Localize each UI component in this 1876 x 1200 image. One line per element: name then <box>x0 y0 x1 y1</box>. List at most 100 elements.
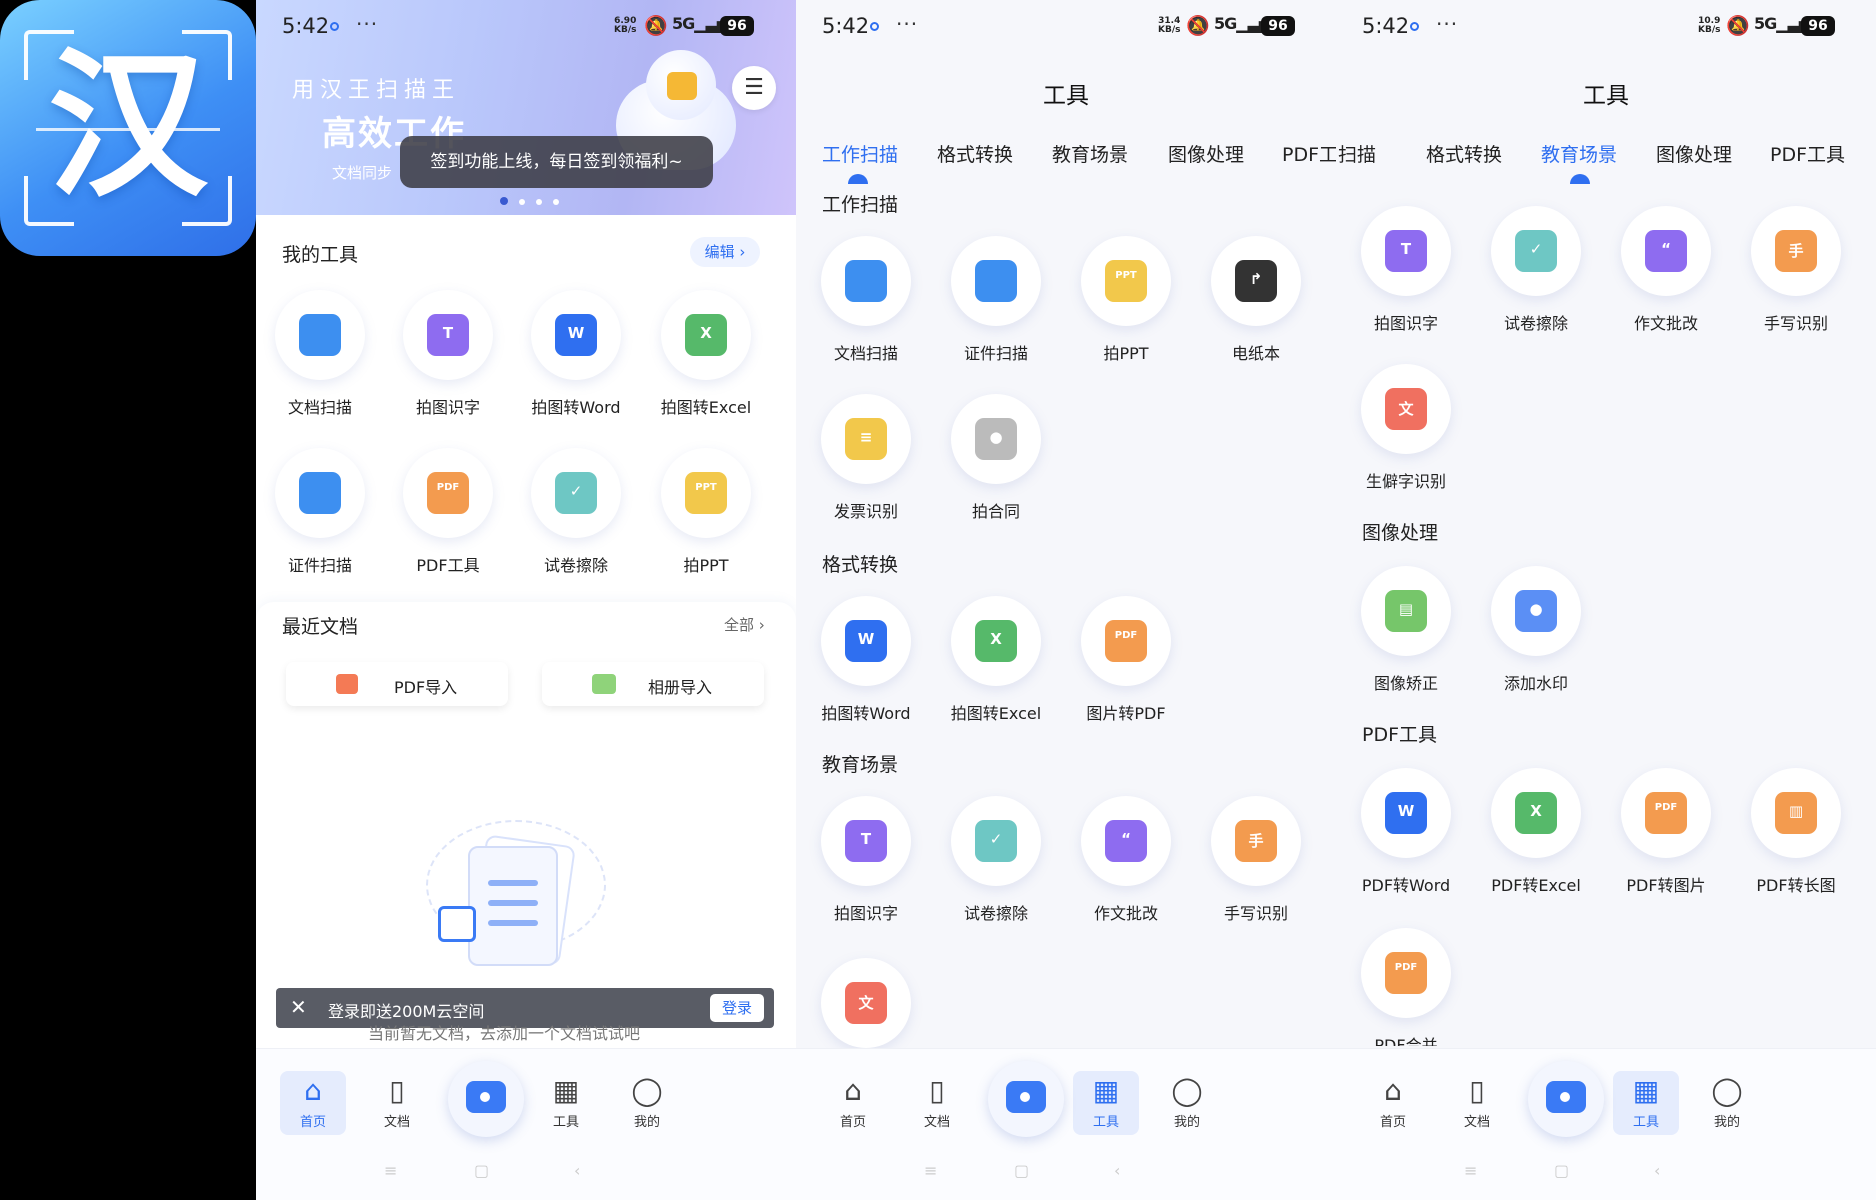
system-nav-gesture[interactable]: ▢ <box>474 1161 489 1180</box>
tab-docs[interactable]: ▯ 文档 <box>364 1071 430 1135</box>
tools-screen-education: 5:42 ··· 10.9 KB/s 🔕 5G▁▃▅▇ 96 工具 扫描 格式转换… <box>1336 0 1876 1200</box>
ppt-icon: PPT <box>685 472 727 514</box>
tab-image[interactable]: 图像处理 <box>1656 140 1732 167</box>
system-nav-gesture[interactable]: ≡ <box>384 1161 397 1180</box>
tool-rare-char[interactable]: 文生僻字识别 <box>1341 364 1471 492</box>
close-icon[interactable]: ✕ <box>290 995 307 1019</box>
tab-tools[interactable]: ▦ 工具 <box>1613 1071 1679 1135</box>
tool-essay-correct[interactable]: “作文批改 <box>1061 796 1191 924</box>
exam-erase-icon: ✓ <box>555 472 597 514</box>
tab-format[interactable]: 格式转换 <box>937 140 1013 167</box>
tool-pdf-to-word[interactable]: W PDF转Word <box>1341 768 1471 896</box>
tab-pdf[interactable]: PDF工 <box>1282 140 1336 167</box>
tab-work-scan[interactable]: 扫描 <box>1338 140 1376 167</box>
tool-text-recognition[interactable]: T 拍图识字 <box>1341 206 1471 334</box>
handwriting-icon: 手 <box>1235 820 1277 862</box>
tool-watermark[interactable]: ● 添加水印 <box>1471 566 1601 694</box>
tool-handwriting[interactable]: 手手写识别 <box>1191 796 1321 924</box>
tab-docs[interactable]: ▯ 文档 <box>1444 1071 1510 1135</box>
tool-pdf-merge[interactable]: PDF PDF合并 <box>1341 928 1471 1046</box>
tab-pdf[interactable]: PDF工具 <box>1770 140 1845 167</box>
tool-pdf-tools[interactable]: PDF PDF工具 <box>383 448 513 576</box>
tool-text-recognition[interactable]: T 拍图识字 <box>383 290 513 418</box>
system-nav-gesture[interactable]: ‹ <box>1114 1161 1120 1180</box>
profile-icon: ◯ <box>1711 1074 1743 1107</box>
system-nav-gesture[interactable]: ▢ <box>1554 1161 1569 1180</box>
empty-docs-illustration <box>426 800 606 990</box>
scan-menu-button[interactable]: ☰ <box>732 66 776 110</box>
tab-education[interactable]: 教育场景 <box>1541 140 1617 167</box>
camera-button[interactable] <box>448 1061 524 1137</box>
tool-image-to-pdf[interactable]: PDF 图片转PDF <box>1061 596 1191 724</box>
system-nav-gesture[interactable]: ‹ <box>1654 1161 1660 1180</box>
tool-printer[interactable]: 文档扫描 <box>256 290 385 418</box>
tab-home[interactable]: ⌂ 首页 <box>820 1071 886 1135</box>
tab-mine[interactable]: ◯ 我的 <box>614 1071 680 1135</box>
tool-text-recognition[interactable]: T 拍图识字 <box>801 796 931 924</box>
tool-pdf-to-image[interactable]: PDF PDF转图片 <box>1601 768 1731 896</box>
tool-exam-erase[interactable]: ✓ 试卷擦除 <box>511 448 641 576</box>
checkin-calendar-icon[interactable] <box>667 72 697 100</box>
pdf-import-button[interactable]: PDF导入 <box>286 662 508 706</box>
home-screen: 5:42 ··· 6.90 KB/s 🔕 5G▁▃▅▇ 96 用汉王扫描王 高效工… <box>256 0 796 1200</box>
tab-docs[interactable]: ▯ 文档 <box>904 1071 970 1135</box>
tool-handwriting[interactable]: 手手写识别 <box>1731 206 1861 334</box>
tool-id-card[interactable]: 证件扫描 <box>931 236 1061 364</box>
tool-exam-erase[interactable]: ✓ 试卷擦除 <box>1471 206 1601 334</box>
tab-education[interactable]: 教育场景 <box>1052 140 1128 167</box>
tab-format[interactable]: 格式转换 <box>1426 140 1502 167</box>
section-format: 格式转换 <box>822 554 899 576</box>
tool-id-card[interactable]: 证件扫描 <box>256 448 385 576</box>
home-icon: ⌂ <box>844 1074 862 1107</box>
system-nav-gesture[interactable]: ≡ <box>1464 1161 1477 1180</box>
system-nav-gesture[interactable]: ▢ <box>1014 1161 1029 1180</box>
tool-ppt[interactable]: PPT 拍PPT <box>1061 236 1191 364</box>
tools-screen-work: 5:42 ··· 31.4 KB/s 🔕 5G▁▃▅▇ 96 工具 工作扫描 格式… <box>796 0 1336 1200</box>
edit-button[interactable]: 编辑 › <box>690 237 760 267</box>
pdf-tools-icon: PDF <box>427 472 469 514</box>
camera-button[interactable] <box>988 1061 1064 1137</box>
tool-ppt[interactable]: PPT 拍PPT <box>641 448 771 576</box>
status-bar: 5:42 ··· 10.9 KB/s 🔕 5G▁▃▅▇ 96 <box>1336 0 1876 54</box>
tool-word[interactable]: W 拍图转Word <box>511 290 641 418</box>
apps-icon: ▦ <box>1632 1074 1660 1107</box>
battery-icon: 96 <box>720 16 754 36</box>
text-recognition-icon: T <box>1385 230 1427 272</box>
page-title: 工具 <box>1043 83 1089 109</box>
tab-tools[interactable]: ▦ 工具 <box>533 1071 599 1135</box>
tool-excel[interactable]: X 拍图转Excel <box>641 290 771 418</box>
tool-image-correct[interactable]: ▤ 图像矫正 <box>1341 566 1471 694</box>
tool-e-paper[interactable]: ↱ 电纸本 <box>1191 236 1321 364</box>
tab-tools[interactable]: ▦ 工具 <box>1073 1071 1139 1135</box>
camera-button[interactable] <box>1528 1061 1604 1137</box>
system-nav-gesture[interactable]: ≡ <box>924 1161 937 1180</box>
status-bar: 5:42 ··· 6.90 KB/s 🔕 5G▁▃▅▇ 96 <box>256 0 796 54</box>
tool-pdf-to-excel[interactable]: X PDF转Excel <box>1471 768 1601 896</box>
tab-mine[interactable]: ◯ 我的 <box>1694 1071 1760 1135</box>
pdf-to-excel-icon: X <box>1515 792 1557 834</box>
category-tabs: 扫描 格式转换 教育场景 图像处理 PDF工具 <box>1336 136 1876 186</box>
login-button[interactable]: 登录 <box>710 994 764 1022</box>
tool-essay-correct[interactable]: “作文批改 <box>1601 206 1731 334</box>
profile-icon: ◯ <box>1171 1074 1203 1107</box>
tool-contract[interactable]: ● 拍合同 <box>931 394 1061 522</box>
tab-mine[interactable]: ◯ 我的 <box>1154 1071 1220 1135</box>
tool-exam-erase[interactable]: ✓ 试卷擦除 <box>931 796 1061 924</box>
tool-excel[interactable]: X 拍图转Excel <box>931 596 1061 724</box>
rare-char-icon[interactable]: 文 <box>821 958 911 1048</box>
tool-printer[interactable]: 文档扫描 <box>801 236 931 364</box>
id-card-icon <box>975 260 1017 302</box>
logo-character: 汉 <box>47 31 208 219</box>
tool-invoice[interactable]: ≡ 发票识别 <box>801 394 931 522</box>
tab-work-scan[interactable]: 工作扫描 <box>822 140 898 167</box>
tab-home[interactable]: ⌂ 首页 <box>1360 1071 1426 1135</box>
tool-word[interactable]: W 拍图转Word <box>801 596 931 724</box>
tool-pdf-to-long-image[interactable]: ▥ PDF转长图 <box>1731 768 1861 896</box>
system-nav-gesture[interactable]: ‹ <box>574 1161 580 1180</box>
tab-home[interactable]: ⌂ 首页 <box>280 1071 346 1135</box>
apps-icon: ▦ <box>1092 1074 1120 1107</box>
tab-image[interactable]: 图像处理 <box>1168 140 1244 167</box>
all-docs-link[interactable]: 全部 › <box>724 614 765 635</box>
id-card-icon <box>299 472 341 514</box>
album-import-button[interactable]: 相册导入 <box>542 662 764 706</box>
